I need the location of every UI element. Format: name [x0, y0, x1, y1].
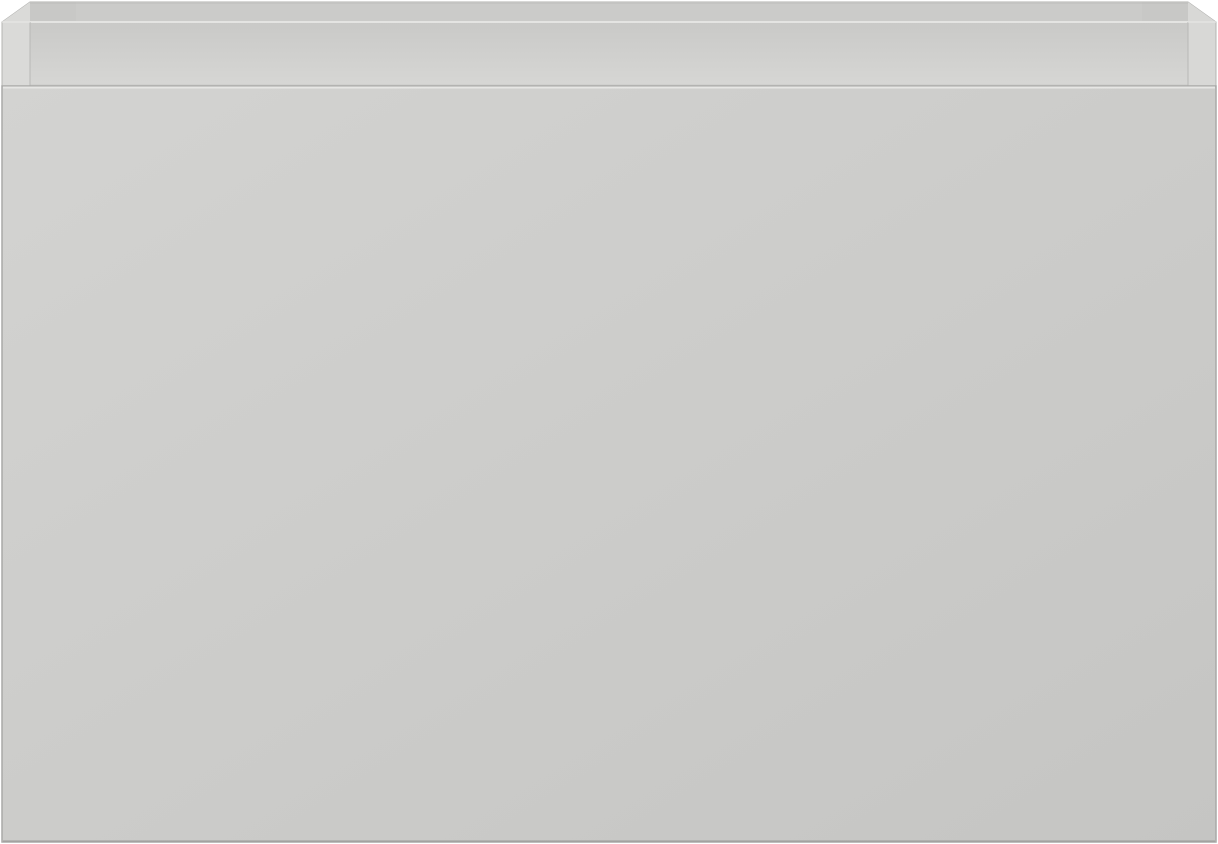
drawer-front	[1, 85, 1217, 843]
product-image	[0, 0, 1218, 844]
cabinet-drawer-illustration	[1, 1, 1217, 843]
carcass-top	[1, 1, 1217, 87]
